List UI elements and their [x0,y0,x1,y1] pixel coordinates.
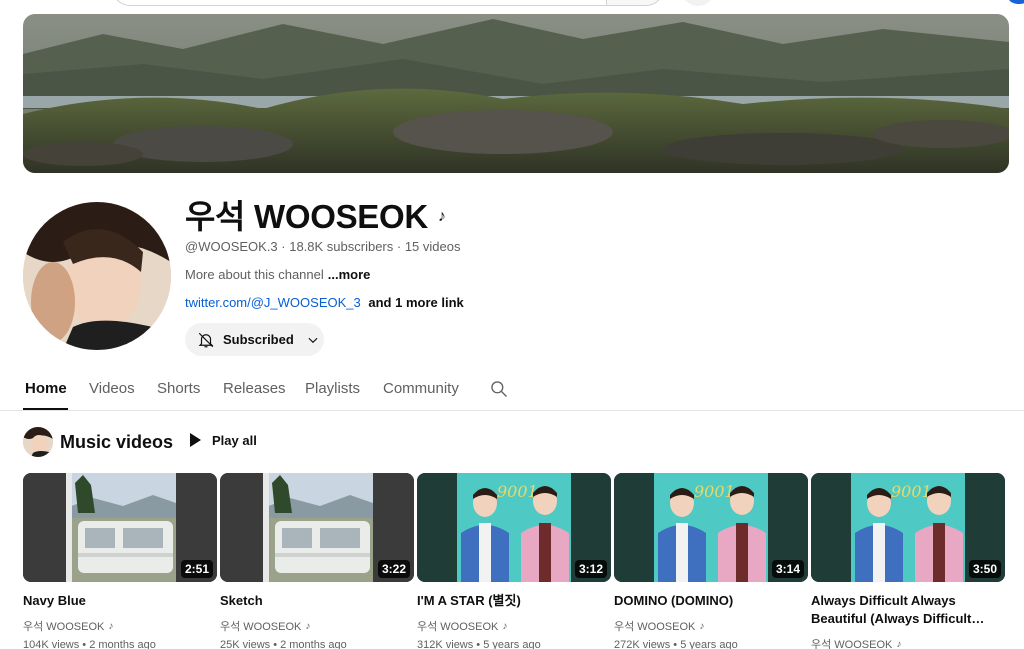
video-duration: 2:51 [180,560,213,578]
video-channel[interactable]: 우석 WOOSEOK ♪ [23,618,217,634]
music-note-icon: ♪ [896,638,902,649]
channel-name: 우석 WOOSEOK ♪ [185,190,446,238]
tab-community[interactable]: Community [383,380,459,397]
video-thumbnail[interactable]: 2:51 [23,473,217,582]
twitter-link[interactable]: twitter.com/@J_WOOSEOK_3 [185,295,361,310]
video-duration: 3:22 [377,560,410,578]
play-icon [188,432,202,448]
about-text: More about this channel [185,267,324,282]
subscribed-label: Subscribed [223,332,294,347]
video-duration: 3:14 [771,560,804,578]
channel-meta: @WOOSEOK.3 · 18.8K subscribers · 15 vide… [185,239,461,254]
channel-links: twitter.com/@J_WOOSEOK_3 and 1 more link [185,295,464,310]
tab-shorts[interactable]: Shorts [157,380,200,397]
video-card[interactable]: 9001 3:14 DOMINO (DOMINO) 우석 WOOSEOK ♪ 272K … [614,473,808,649]
video-thumbnail[interactable]: 9001 3:14 [614,473,808,582]
svg-text:9001: 9001 [891,482,932,501]
search-input[interactable] [112,0,606,6]
video-card[interactable]: 9001 3:12 I'M A STAR (별짓) 우석 WOOSEOK ♪ 312K … [417,473,611,649]
music-note-icon: ♪ [108,620,114,632]
video-title[interactable]: DOMINO (DOMINO) [614,592,808,610]
video-title[interactable]: Navy Blue [23,592,217,610]
svg-text:9001: 9001 [694,482,735,501]
tab-videos[interactable]: Videos [89,380,135,397]
channel-tabs: Home Videos Shorts Releases Playlists Co… [0,372,1024,411]
video-duration: 3:12 [574,560,607,578]
music-note-icon: ♪ [502,620,508,632]
search-button[interactable] [606,0,664,6]
video-channel[interactable]: 우석 WOOSEOK ♪ [614,618,808,634]
voice-search-button[interactable] [680,0,716,6]
section-avatar [23,427,53,457]
active-tab-indicator [23,408,68,410]
subscribed-button[interactable]: Subscribed [185,323,324,356]
tab-playlists[interactable]: Playlists [305,380,360,397]
channel-avatar[interactable] [23,202,171,350]
video-card[interactable]: 3:22 Sketch 우석 WOOSEOK ♪ 25K views • 2 month… [220,473,414,649]
video-duration: 3:50 [968,560,1001,578]
top-search-bar [0,0,1024,10]
video-title[interactable]: Sketch [220,592,414,610]
video-channel[interactable]: 우석 WOOSEOK ♪ [417,618,611,634]
section-title: Music videos [60,431,174,452]
channel-about[interactable]: More about this channel ...more [185,267,370,282]
video-stats: 104K views • 2 months ago [23,639,156,649]
chevron-down-icon [306,333,320,347]
music-note-icon: ♪ [699,620,705,632]
about-more-link[interactable]: ...more [328,267,371,282]
tab-releases[interactable]: Releases [223,380,286,397]
play-all-button[interactable]: Play all [188,432,257,448]
section-header: Music videos [23,427,173,457]
video-channel-name: 우석 WOOSEOK [417,621,499,633]
video-channel-name: 우석 WOOSEOK [811,639,893,649]
video-card[interactable]: 2:51 Navy Blue 우석 WOOSEOK ♪ 104K views • 2 m… [23,473,217,649]
video-stats: 312K views • 5 years ago [417,639,541,649]
video-channel-name: 우석 WOOSEOK [220,621,302,633]
music-note-icon: ♪ [305,620,311,632]
video-stats: 25K views • 2 months ago [220,639,347,649]
channel-name-text: 우석 WOOSEOK [185,198,428,235]
video-card[interactable]: 9001 3:50 Always Difficult Always Beautif… [811,473,1005,649]
bell-off-icon [197,331,215,349]
video-thumbnail[interactable]: 3:22 [220,473,414,582]
video-title[interactable]: Always Difficult Always Beautiful (Alway… [811,592,1005,628]
play-all-label: Play all [212,432,257,448]
music-note-icon: ♪ [437,208,446,225]
video-thumbnail[interactable]: 9001 3:50 [811,473,1005,582]
account-avatar[interactable] [1008,0,1024,4]
video-stats: 272K views • 5 years ago [614,639,738,649]
video-channel[interactable]: 우석 WOOSEOK ♪ [220,618,414,634]
more-links-button[interactable]: and 1 more link [368,295,463,310]
video-channel[interactable]: 우석 WOOSEOK ♪ [811,636,1005,649]
video-title[interactable]: I'M A STAR (별짓) [417,592,611,610]
svg-text:9001: 9001 [497,482,538,501]
video-thumbnail[interactable]: 9001 3:12 [417,473,611,582]
search-icon[interactable] [489,379,511,401]
video-channel-name: 우석 WOOSEOK [614,621,696,633]
tab-home[interactable]: Home [25,380,67,397]
channel-banner [23,14,1009,173]
video-channel-name: 우석 WOOSEOK [23,621,105,633]
